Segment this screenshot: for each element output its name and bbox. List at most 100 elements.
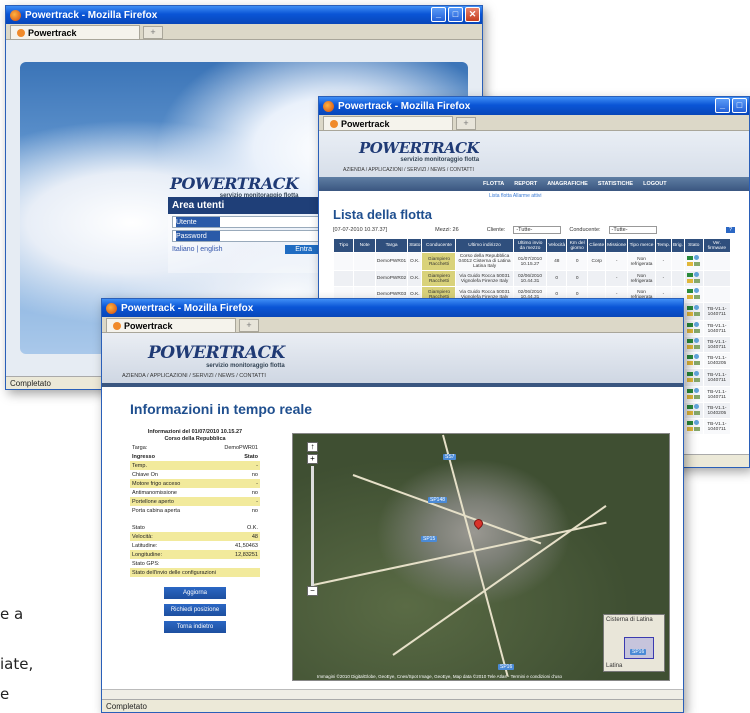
close-button[interactable]: ✕ [465,7,480,22]
browser-tab[interactable]: Powertrack [10,25,140,39]
table-cell: TB-V1.1-1040711 [702,336,732,353]
maximize-button[interactable]: □ [448,7,463,22]
status-icons [683,368,704,387]
column-header[interactable]: Velocità [546,238,568,253]
nav-flotta[interactable]: FLOTTA [483,181,504,187]
column-header[interactable]: Tipo [332,238,355,253]
favicon-icon [113,321,121,330]
info-value: 41,50463 [235,542,258,549]
minimize-button[interactable]: _ [715,98,730,113]
info-key: Motore frigo acceso [132,480,181,487]
note-icon [686,262,693,266]
gps-icon [694,354,700,359]
table-row[interactable]: DemoPWR02 O.K. Giampiero Racchetti Via Guid… [332,270,732,287]
info-title: Informazioni del 01/07/2010 10.15.27 [147,429,243,435]
column-header[interactable]: Missione [605,238,629,253]
info-row: Stato dell'invio delle configurazioni [130,568,260,577]
fleet-titlebar[interactable]: Powertrack - Mozilla Firefox _ □ [319,97,749,115]
satellite-map[interactable]: SS7 SP148 SP15 SP16 ↑ + − Cisterna di La… [292,433,670,681]
browser-tab[interactable]: Powertrack [323,116,453,130]
gps-icon [694,272,700,277]
column-header[interactable]: Ultimo invio da mezzo [512,238,548,253]
info-panel: Informazioni del 01/07/2010 10.15.27 Cor… [130,429,260,633]
richiedi-posizione-button[interactable]: Richiedi posizione [164,604,226,616]
info-window: Powertrack - Mozilla Firefox Powertrack … [101,298,684,713]
minimize-button[interactable]: _ [431,7,446,22]
note-icon [686,395,693,399]
column-header[interactable]: Ver. firmware [702,238,732,253]
zoom-in-button[interactable]: + [307,454,318,464]
language-links[interactable]: Italiano | english [172,246,222,253]
username-field[interactable]: Utente [172,216,320,228]
nav-statistiche[interactable]: STATISTICHE [598,181,633,187]
column-header[interactable]: Cliente [587,238,607,253]
cliente-label: Cliente: [486,227,506,233]
overview-map[interactable]: Cisterna di Latina SP16 Latina [603,614,665,672]
table-cell: 01/07/2010 10.15.27 [512,252,548,271]
column-header[interactable]: Ultimo indirizzo [455,238,514,253]
info-row: Antimanomissione no [130,488,260,497]
note-icon [686,312,693,316]
gps-icon [694,255,700,260]
conducente-select[interactable]: -Tutte- [608,226,657,234]
signal-icon [693,279,700,283]
column-header[interactable]: Km del giorno [566,238,589,253]
gps-icon [694,305,700,310]
info-titlebar[interactable]: Powertrack - Mozilla Firefox [102,299,683,317]
top-links[interactable]: AZIENDA / APPLICAZIONI / SERVIZI / NEWS … [343,167,474,173]
nav-logout[interactable]: LOGOUT [643,181,667,187]
zoom-slider[interactable] [311,466,314,586]
login-button[interactable]: Entra [285,245,322,254]
column-header[interactable]: Tipo merce [627,238,656,253]
sub-nav[interactable]: Lista flotta Allarme attivi [489,193,749,199]
table-cell[interactable]: Corso della Repubblica 04012 Cisterna di… [455,252,514,271]
gps-icon [694,338,700,343]
browser-tab[interactable]: Powertrack [106,318,236,332]
aggiorna-button[interactable]: Aggiorna [164,587,226,599]
zoom-out-button[interactable]: − [307,586,318,596]
table-cell [332,270,355,287]
new-tab-button[interactable]: + [239,319,259,332]
favicon-icon [17,28,25,37]
table-cell: 0 [546,270,568,287]
column-header[interactable]: Stato [407,238,423,253]
info-value: - [256,498,258,505]
table-cell[interactable]: Via Guido Rocca 50031 Vignolefa Firenze … [455,270,514,287]
help-button[interactable]: ? [725,227,735,233]
torna-indietro-button[interactable]: Torna indietro [164,621,226,633]
signal-icon [693,329,700,333]
column-header[interactable]: Note [353,238,376,253]
table-cell: 02/06/2010 10.44.31 [512,270,548,287]
info-row: Motore frigo acceso - [130,479,260,488]
new-tab-button[interactable]: + [143,26,163,39]
column-header[interactable]: Conducente [421,238,457,253]
pan-up-button[interactable]: ↑ [307,442,318,452]
info-key: Latitudine: [132,542,158,549]
column-header[interactable]: Brig. [670,238,685,253]
nav-anagrafiche[interactable]: ANAGRAFICHE [547,181,588,187]
top-links[interactable]: AZIENDA / APPLICAZIONI / SERVIZI / NEWS … [122,373,266,379]
table-cell: TB-V1.1-1040711 [702,302,732,321]
login-titlebar[interactable]: Powertrack - Mozilla Firefox _ □ ✕ [6,6,482,24]
info-row: Chiave On no [130,470,260,479]
info-address: Corso della Repubblica [164,436,226,442]
truck-icon [687,273,694,277]
table-cell: Giampiero Racchetti [421,270,457,287]
new-tab-button[interactable]: + [456,117,476,130]
conducente-label: Conducente: [569,227,601,233]
info-row: Porta cabina aperta no [130,506,260,515]
table-row[interactable]: DemoPWR01 O.K. Giampiero Racchetti Corso de… [332,252,732,271]
info-key: Portellone aperto [132,498,174,505]
column-header[interactable]: Temp. [654,238,672,253]
nav-report[interactable]: REPORT [514,181,537,187]
info-key: Longitudine: [132,551,162,558]
info-row: Velocità: 48 [130,532,260,541]
status-icons [683,352,704,369]
column-header[interactable]: Stato [683,238,704,253]
password-field[interactable]: Password [172,230,320,242]
horizontal-scrollbar[interactable] [102,689,683,699]
maximize-button[interactable]: □ [732,98,747,113]
column-header[interactable]: Targa [374,238,409,253]
table-cell [670,252,685,271]
cliente-select[interactable]: -Tutte- [513,226,562,234]
